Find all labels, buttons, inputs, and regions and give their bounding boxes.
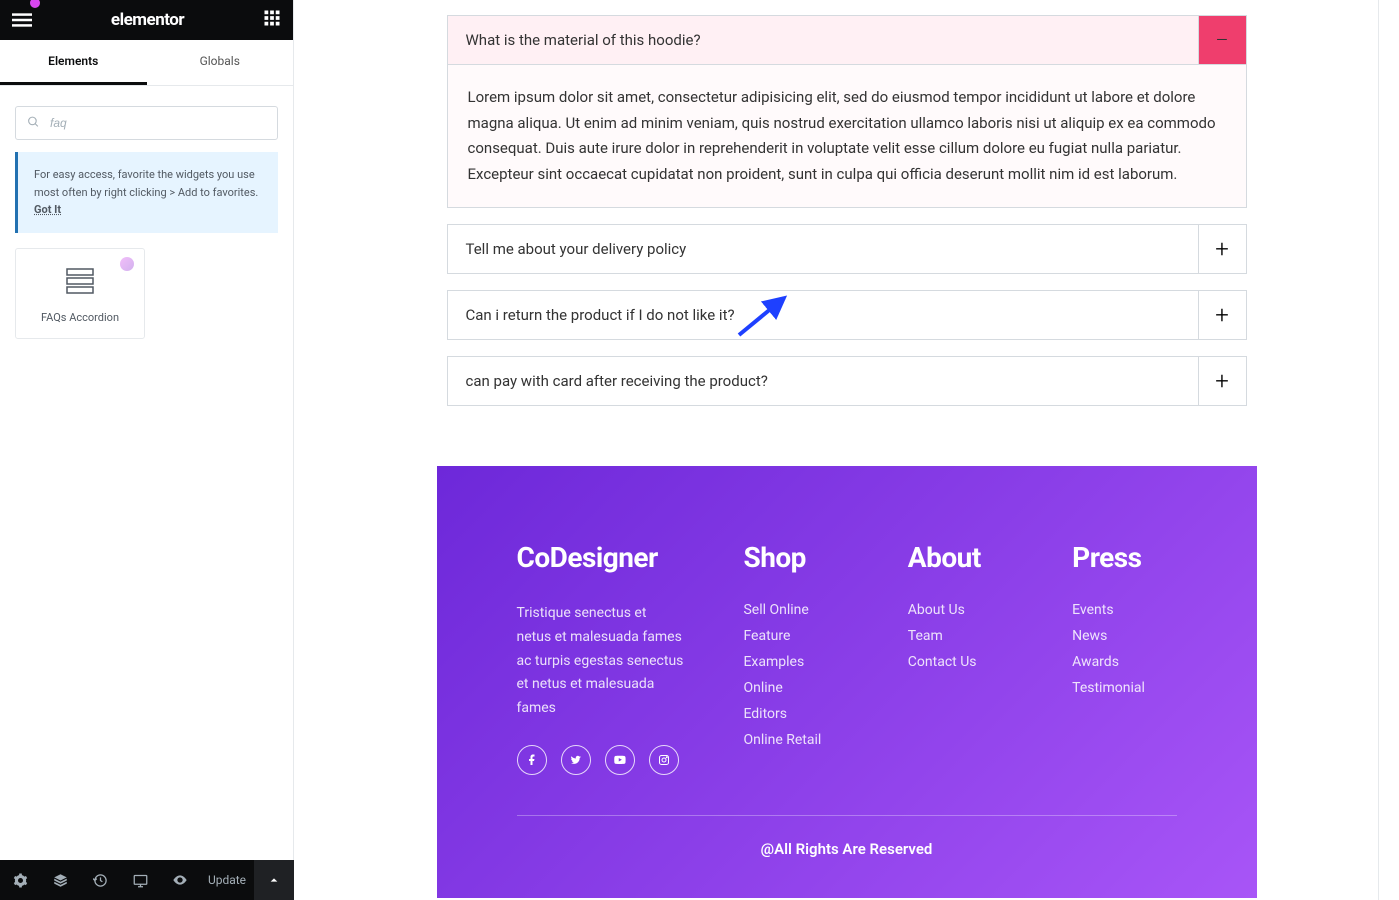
faq-question: can pay with card after receiving the pr… (448, 358, 1198, 404)
instagram-icon[interactable] (649, 745, 679, 775)
preview-icon[interactable] (160, 860, 200, 900)
search-icon (27, 114, 40, 133)
plus-icon: + (1198, 357, 1246, 405)
footer-link[interactable]: Testimonial (1072, 680, 1176, 696)
footer-shop-title: Shop (743, 541, 847, 574)
footer-press-title: Press (1072, 541, 1176, 574)
footer-link[interactable]: Sell Online (743, 602, 847, 618)
faq-header[interactable]: What is the material of this hoodie? – (448, 16, 1246, 65)
notification-dot (30, 0, 40, 8)
footer-brand-title: CoDesigner (517, 541, 684, 574)
faq-answer: Lorem ipsum dolor sit amet, consectetur … (448, 65, 1246, 207)
footer-link[interactable]: About Us (908, 602, 1012, 618)
site-footer: CoDesigner Tristique senectus et netus e… (437, 466, 1257, 898)
copyright: @All Rights Are Reserved (517, 840, 1177, 858)
footer-link[interactable]: Examples (743, 654, 847, 670)
elementor-sidebar: elementor Elements Globals For easy acce… (0, 0, 294, 900)
apps-button[interactable] (263, 9, 281, 31)
faq-question: What is the material of this hoodie? (448, 17, 1198, 63)
tab-elements[interactable]: Elements (0, 40, 147, 85)
faq-accordion: What is the material of this hoodie? – L… (447, 15, 1247, 406)
widget-faqs-accordion[interactable]: FAQs Accordion (15, 248, 145, 339)
footer-link[interactable]: Team (908, 628, 1012, 644)
faq-item-1: What is the material of this hoodie? – L… (447, 15, 1247, 208)
footer-link[interactable]: Online (743, 680, 847, 696)
faq-item-4: can pay with card after receiving the pr… (447, 356, 1247, 406)
faq-header[interactable]: can pay with card after receiving the pr… (448, 357, 1246, 405)
tip-box: For easy access, favorite the widgets yo… (15, 152, 278, 233)
search-input[interactable] (15, 106, 278, 140)
faq-item-2: Tell me about your delivery policy + (447, 224, 1247, 274)
minus-icon: – (1198, 16, 1246, 64)
sidebar-footer: Update (0, 860, 294, 900)
faq-question: Tell me about your delivery policy (448, 226, 1198, 272)
tab-globals[interactable]: Globals (147, 40, 294, 85)
update-button[interactable]: Update (200, 873, 254, 887)
history-icon[interactable] (80, 860, 120, 900)
faq-header[interactable]: Tell me about your delivery policy + (448, 225, 1246, 273)
widget-pro-badge (120, 257, 134, 271)
update-options-button[interactable] (254, 860, 294, 900)
footer-about-title: About (908, 541, 1012, 574)
responsive-icon[interactable] (120, 860, 160, 900)
navigator-icon[interactable] (40, 860, 80, 900)
youtube-icon[interactable] (605, 745, 635, 775)
menu-button[interactable] (12, 10, 32, 30)
footer-link[interactable]: Events (1072, 602, 1176, 618)
tip-gotit[interactable]: Got It (34, 203, 61, 216)
arrow-annotation (734, 290, 794, 350)
facebook-icon[interactable] (517, 745, 547, 775)
sidebar-tabs: Elements Globals (0, 40, 293, 86)
accordion-icon (26, 267, 134, 303)
faq-header[interactable]: Can i return the product if I do not lik… (448, 291, 1246, 339)
footer-brand-desc: Tristique senectus et netus et malesuada… (517, 602, 684, 721)
plus-icon: + (1198, 225, 1246, 273)
footer-link[interactable]: Contact Us (908, 654, 1012, 670)
footer-link[interactable]: Online Retail (743, 732, 847, 748)
tip-text: For easy access, favorite the widgets yo… (34, 168, 258, 199)
section-boundary (1378, 0, 1379, 900)
preview-area: What is the material of this hoodie? – L… (294, 0, 1399, 900)
sidebar-header: elementor (0, 0, 293, 40)
widget-label: FAQs Accordion (26, 311, 134, 324)
faq-item-3: Can i return the product if I do not lik… (447, 290, 1247, 340)
elementor-logo: elementor (111, 10, 184, 30)
footer-link[interactable]: Editors (743, 706, 847, 722)
footer-divider (517, 815, 1177, 816)
footer-link[interactable]: Feature (743, 628, 847, 644)
plus-icon: + (1198, 291, 1246, 339)
faq-question: Can i return the product if I do not lik… (448, 292, 1198, 338)
footer-link[interactable]: Awards (1072, 654, 1176, 670)
settings-icon[interactable] (0, 860, 40, 900)
twitter-icon[interactable] (561, 745, 591, 775)
footer-link[interactable]: News (1072, 628, 1176, 644)
